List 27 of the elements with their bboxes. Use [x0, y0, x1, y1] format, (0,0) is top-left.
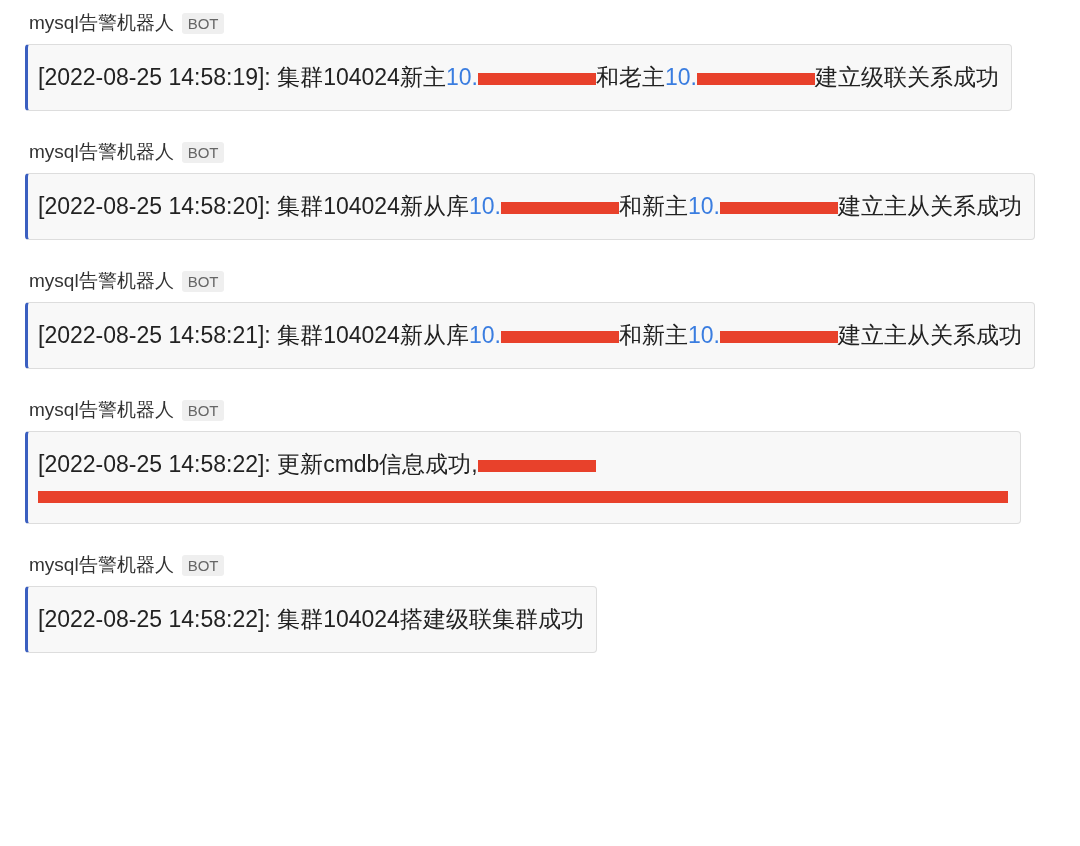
- sender-name: mysql告警机器人: [29, 553, 174, 577]
- message-text: [2022-08-25 14:58:20]: 集群104024新从库: [38, 193, 469, 219]
- bot-badge: BOT: [181, 554, 225, 576]
- message-text: [2022-08-25 14:58:19]: 集群104024新主: [38, 64, 446, 90]
- message-text: [2022-08-25 14:58:21]: 集群104024新从库: [38, 322, 469, 348]
- ip-link[interactable]: 10.: [687, 193, 720, 219]
- message-text: 建立主从关系成功: [837, 322, 1022, 348]
- bot-badge: BOT: [181, 141, 225, 163]
- ip-link[interactable]: 10.: [664, 64, 697, 90]
- bot-badge: BOT: [181, 12, 225, 34]
- ip-link[interactable]: 10.: [445, 64, 478, 90]
- message-text: 和老主: [595, 64, 665, 90]
- ip-link[interactable]: 10.: [468, 322, 501, 348]
- sender-name: mysql告警机器人: [29, 11, 174, 35]
- bot-badge: BOT: [181, 270, 225, 292]
- message-text: 建立级联关系成功: [814, 64, 999, 90]
- message-text: [2022-08-25 14:58:22]: 更新cmdb信息成功,: [38, 451, 478, 477]
- sender-name: mysql告警机器人: [29, 269, 174, 293]
- sender-name: mysql告警机器人: [29, 140, 174, 164]
- ip-link[interactable]: 10.: [468, 193, 501, 219]
- ip-link[interactable]: 10.: [687, 322, 720, 348]
- message-text: 和新主: [618, 322, 688, 348]
- message-text: [2022-08-25 14:58:22]: 集群104024搭建级联集群成功: [38, 606, 584, 632]
- message-text: 和新主: [618, 193, 688, 219]
- bot-badge: BOT: [181, 399, 225, 421]
- message-text: 建立主从关系成功: [837, 193, 1022, 219]
- sender-name: mysql告警机器人: [29, 398, 174, 422]
